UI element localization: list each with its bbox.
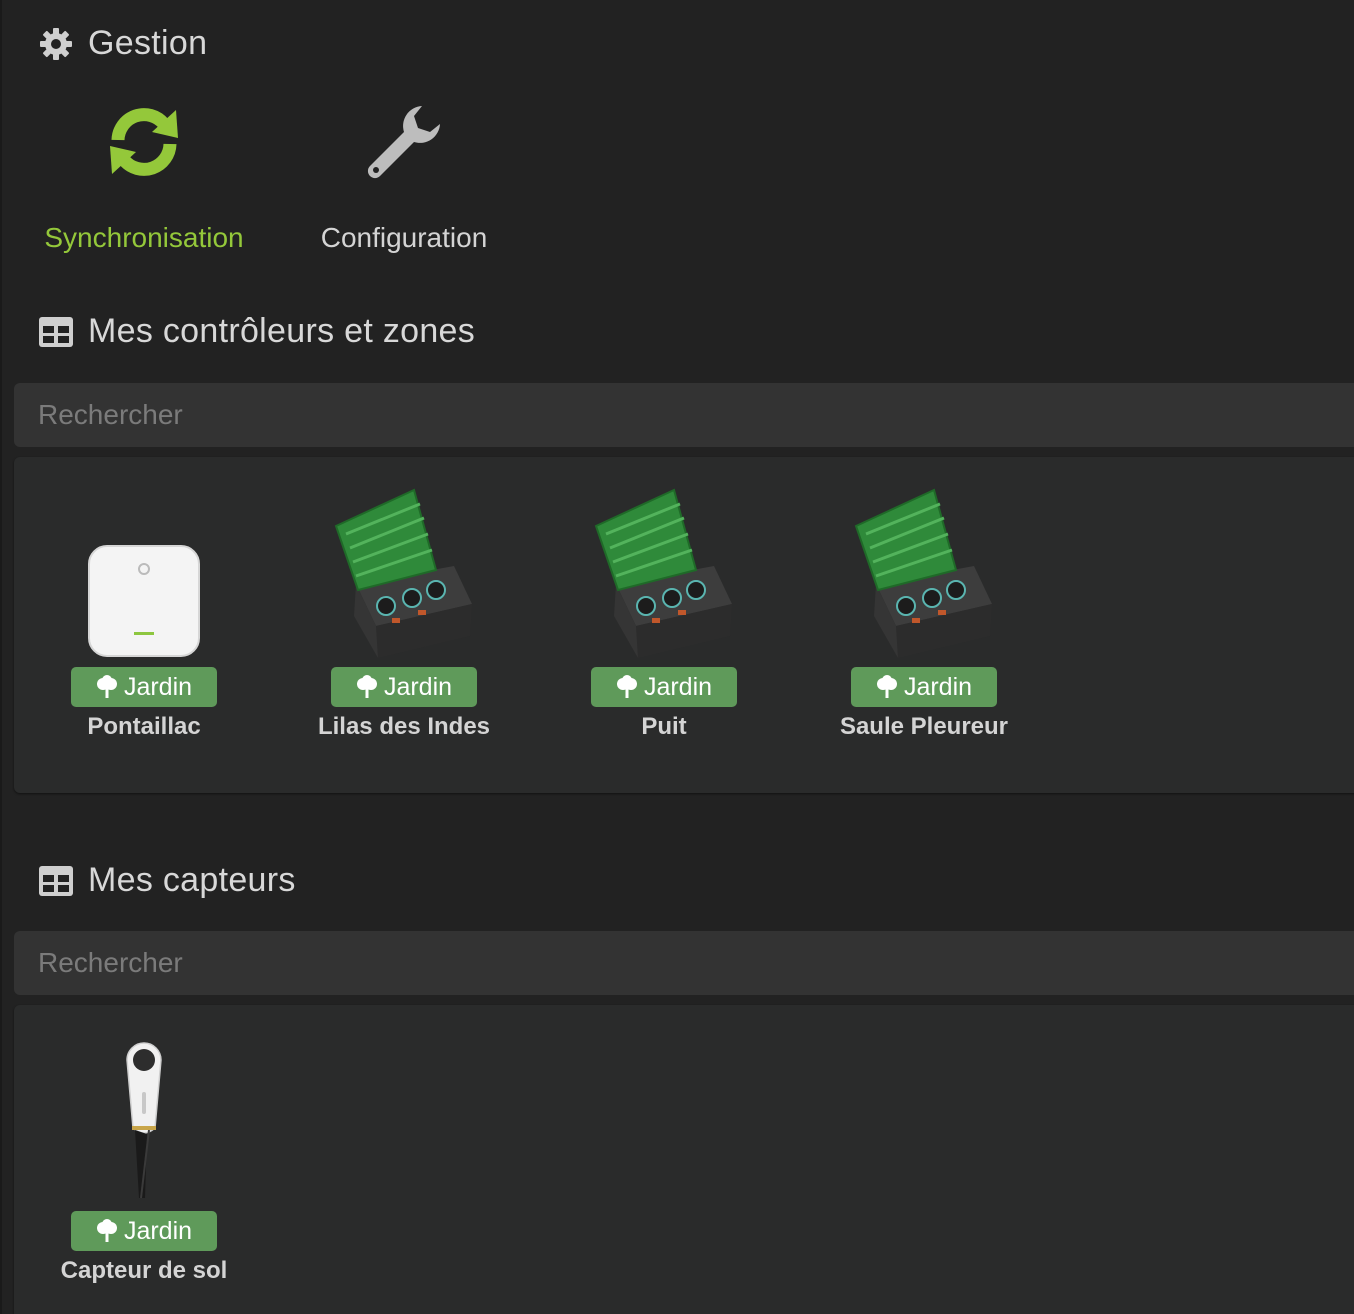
- controller-card-pontaillac[interactable]: Jardin Pontaillac: [14, 483, 274, 741]
- management-title: Gestion: [88, 24, 208, 62]
- tree-icon: [876, 675, 898, 699]
- configuration-label: Configuration: [320, 222, 488, 253]
- zone-badge: Jardin: [591, 667, 737, 707]
- sensors-title: Mes capteurs: [88, 861, 296, 899]
- sensors-section-title: Mes capteurs: [38, 861, 296, 900]
- zone-badge: Jardin: [71, 1211, 217, 1251]
- controllers-panel: Jardin Pontaillac Jardin Lilas des Indes…: [14, 457, 1354, 793]
- controller-name: Lilas des Indes: [317, 713, 491, 740]
- controllers-section-title: Mes contrôleurs et zones: [38, 312, 475, 351]
- sensor-card-capteur-de-sol[interactable]: Jardin Capteur de sol: [14, 1035, 274, 1285]
- table-icon: [38, 863, 74, 899]
- management-section-title: Gestion: [38, 24, 207, 63]
- table-icon: [38, 314, 74, 350]
- controller-device-image: [87, 542, 201, 663]
- controller-name: Puit: [641, 713, 687, 740]
- controller-name: Saule Pleureur: [839, 713, 1009, 740]
- tree-icon: [356, 675, 378, 699]
- valve-box-image: [592, 486, 736, 663]
- sync-icon: [104, 102, 184, 187]
- zone-badge: Jardin: [71, 667, 217, 707]
- controller-card-saule-pleureur[interactable]: Jardin Saule Pleureur: [794, 483, 1054, 741]
- controller-card-lilas-des-indes[interactable]: Jardin Lilas des Indes: [274, 483, 534, 741]
- sensor-name: Capteur de sol: [60, 1257, 228, 1284]
- configuration-button[interactable]: Configuration: [284, 96, 524, 254]
- zone-badge: Jardin: [851, 667, 997, 707]
- controller-card-puit[interactable]: Jardin Puit: [534, 483, 794, 741]
- sensors-search-input[interactable]: [14, 931, 1354, 995]
- valve-box-image: [332, 486, 476, 663]
- tree-icon: [616, 675, 638, 699]
- valve-box-image: [852, 486, 996, 663]
- synchronisation-button[interactable]: Synchronisation: [24, 96, 264, 254]
- zone-badge: Jardin: [331, 667, 477, 707]
- synchronisation-label: Synchronisation: [44, 222, 244, 253]
- sensors-panel: Jardin Capteur de sol: [14, 1005, 1354, 1314]
- controllers-search-input[interactable]: [14, 383, 1354, 447]
- tree-icon: [96, 675, 118, 699]
- controllers-title: Mes contrôleurs et zones: [88, 312, 476, 350]
- wrench-icon: [364, 102, 444, 187]
- plugin-page: Gestion Synchronisation Configuration Me…: [0, 0, 1354, 1314]
- soil-sensor-image: [119, 1038, 169, 1207]
- gear-icon: [38, 26, 74, 62]
- controller-name: Pontaillac: [87, 713, 201, 740]
- tree-icon: [96, 1219, 118, 1243]
